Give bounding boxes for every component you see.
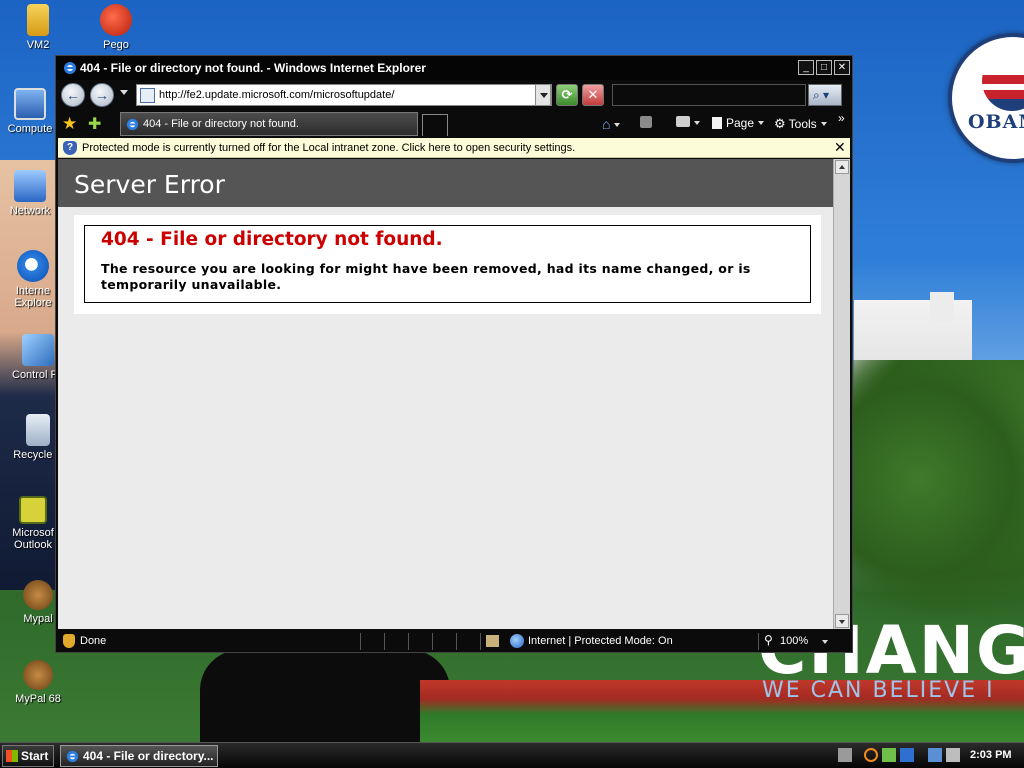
back-arrow-icon: ← — [66, 87, 80, 103]
back-button[interactable]: ← — [61, 83, 85, 107]
forward-button[interactable]: → — [90, 83, 114, 107]
shield-icon: ? — [63, 141, 77, 155]
taskbar: Start 404 - File or directory... 2:03 PM — [0, 742, 1024, 768]
folder-icon — [27, 4, 49, 36]
page-title: Server Error — [74, 170, 225, 199]
keyboard-icon[interactable] — [838, 748, 852, 762]
logo-text: OBAM — [968, 111, 1024, 133]
mypal-icon — [23, 660, 53, 690]
error-box: 404 - File or directory not found. The r… — [84, 225, 811, 303]
address-dropdown-button[interactable] — [535, 84, 551, 106]
zoom-icon: ⚲ — [764, 633, 773, 647]
pego-app-icon — [100, 4, 132, 36]
printer-icon — [676, 116, 690, 127]
status-text: Done — [80, 635, 107, 647]
network-tray-icon[interactable] — [928, 748, 942, 762]
network-icon — [14, 170, 46, 202]
clock[interactable]: 2:03 PM — [970, 749, 1012, 761]
tab-label: 404 - File or directory not found. — [143, 118, 299, 130]
close-button[interactable]: ✕ — [834, 60, 850, 75]
volume-muted-icon[interactable] — [946, 748, 960, 762]
new-tab-button[interactable] — [422, 114, 448, 136]
infobar-close-button[interactable]: ✕ — [834, 139, 846, 156]
recycle-bin-icon — [26, 414, 50, 446]
stop-button[interactable]: ✕ — [582, 84, 604, 106]
recent-pages-dropdown[interactable] — [120, 90, 128, 95]
search-button[interactable]: ⌕ ▾ — [808, 84, 842, 106]
feeds-button[interactable] — [640, 116, 652, 131]
tab-active[interactable]: 404 - File or directory not found. — [120, 112, 418, 136]
print-button[interactable] — [676, 116, 700, 130]
title-bar[interactable]: 404 - File or directory not found. - Win… — [56, 56, 852, 80]
infobar-message[interactable]: Protected mode is currently turned off f… — [82, 142, 575, 154]
internet-explorer-icon — [17, 250, 49, 282]
internet-explorer-icon — [66, 750, 79, 763]
tools-menu-button[interactable]: ⚙ Tools — [774, 116, 827, 132]
forward-arrow-icon: → — [95, 87, 109, 103]
desktop-icon-mypal-68[interactable]: MyPal 68 — [2, 660, 74, 705]
more-tools-chevron[interactable]: » — [838, 111, 845, 125]
windows-logo-icon — [6, 750, 18, 762]
search-icon[interactable] — [864, 748, 878, 762]
vertical-scrollbar[interactable] — [833, 159, 850, 629]
error-title: 404 - File or directory not found. — [101, 229, 443, 250]
campaign-logo: OBAM — [948, 33, 1024, 163]
information-bar[interactable]: ? Protected mode is currently turned off… — [58, 138, 850, 158]
search-icon: ⌕ ▾ — [813, 88, 830, 102]
window-title: 404 - File or directory not found. - Win… — [80, 61, 426, 75]
navigation-bar: ← → http://fe2.update.microsoft.com/micr… — [56, 80, 852, 110]
stop-icon: ✕ — [587, 87, 599, 102]
scroll-up-button[interactable] — [835, 160, 849, 174]
control-panel-icon — [22, 334, 54, 366]
security-zone[interactable]: Internet | Protected Mode: On — [528, 635, 673, 647]
refresh-icon: ⟳ — [561, 87, 573, 102]
minimize-button[interactable]: _ — [798, 60, 814, 75]
star-icon[interactable]: ★ — [62, 114, 77, 134]
add-favorites-icon[interactable]: ✚ — [88, 114, 101, 134]
rss-feed-icon — [640, 116, 652, 128]
gear-icon: ⚙ — [774, 116, 786, 131]
taskbar-item-internet-explorer[interactable]: 404 - File or directory... — [60, 745, 218, 767]
shield-icon — [63, 634, 75, 648]
internet-explorer-icon — [64, 62, 76, 74]
maximize-button[interactable]: □ — [816, 60, 832, 75]
server-error-header: Server Error — [58, 159, 833, 207]
computer-icon — [14, 88, 46, 120]
home-button[interactable]: ⌂ — [602, 116, 621, 132]
desktop-icon-vm2[interactable]: VM2 — [2, 4, 74, 51]
help-tray-icon[interactable] — [900, 748, 914, 762]
start-button[interactable]: Start — [2, 745, 54, 767]
page-icon — [140, 88, 155, 103]
scroll-down-button[interactable] — [835, 614, 849, 628]
page-menu-button[interactable]: Page — [712, 116, 765, 130]
internet-explorer-icon — [126, 118, 139, 131]
refresh-button[interactable]: ⟳ — [556, 84, 578, 106]
globe-icon — [510, 634, 524, 648]
page-content: Server Error 404 - File or directory not… — [58, 159, 833, 629]
address-url[interactable]: http://fe2.update.microsoft.com/microsof… — [159, 89, 394, 101]
search-input[interactable] — [612, 84, 806, 106]
home-icon: ⌂ — [602, 116, 611, 132]
security-tray-icon[interactable] — [882, 748, 896, 762]
error-card: 404 - File or directory not found. The r… — [74, 215, 821, 314]
mypal-icon — [23, 580, 53, 610]
zoom-level[interactable]: 100% — [780, 635, 808, 647]
tab-bar: ★ ✚ 404 - File or directory not found. ⌂… — [56, 110, 852, 138]
status-bar: Done Internet | Protected Mode: On ⚲ 100… — [58, 631, 850, 652]
error-message: The resource you are looking for might h… — [101, 261, 751, 292]
desktop-icon-pego[interactable]: Pego — [80, 4, 152, 51]
page-icon — [712, 117, 722, 129]
address-bar[interactable]: http://fe2.update.microsoft.com/microsof… — [136, 84, 552, 106]
outlook-icon — [19, 496, 47, 524]
wallpaper-slogan: WE CAN BELIEVE I — [762, 678, 995, 703]
zoom-dropdown[interactable] — [822, 640, 828, 644]
ie-window: 404 - File or directory not found. - Win… — [55, 55, 853, 653]
popup-blocker-icon[interactable] — [486, 635, 499, 647]
